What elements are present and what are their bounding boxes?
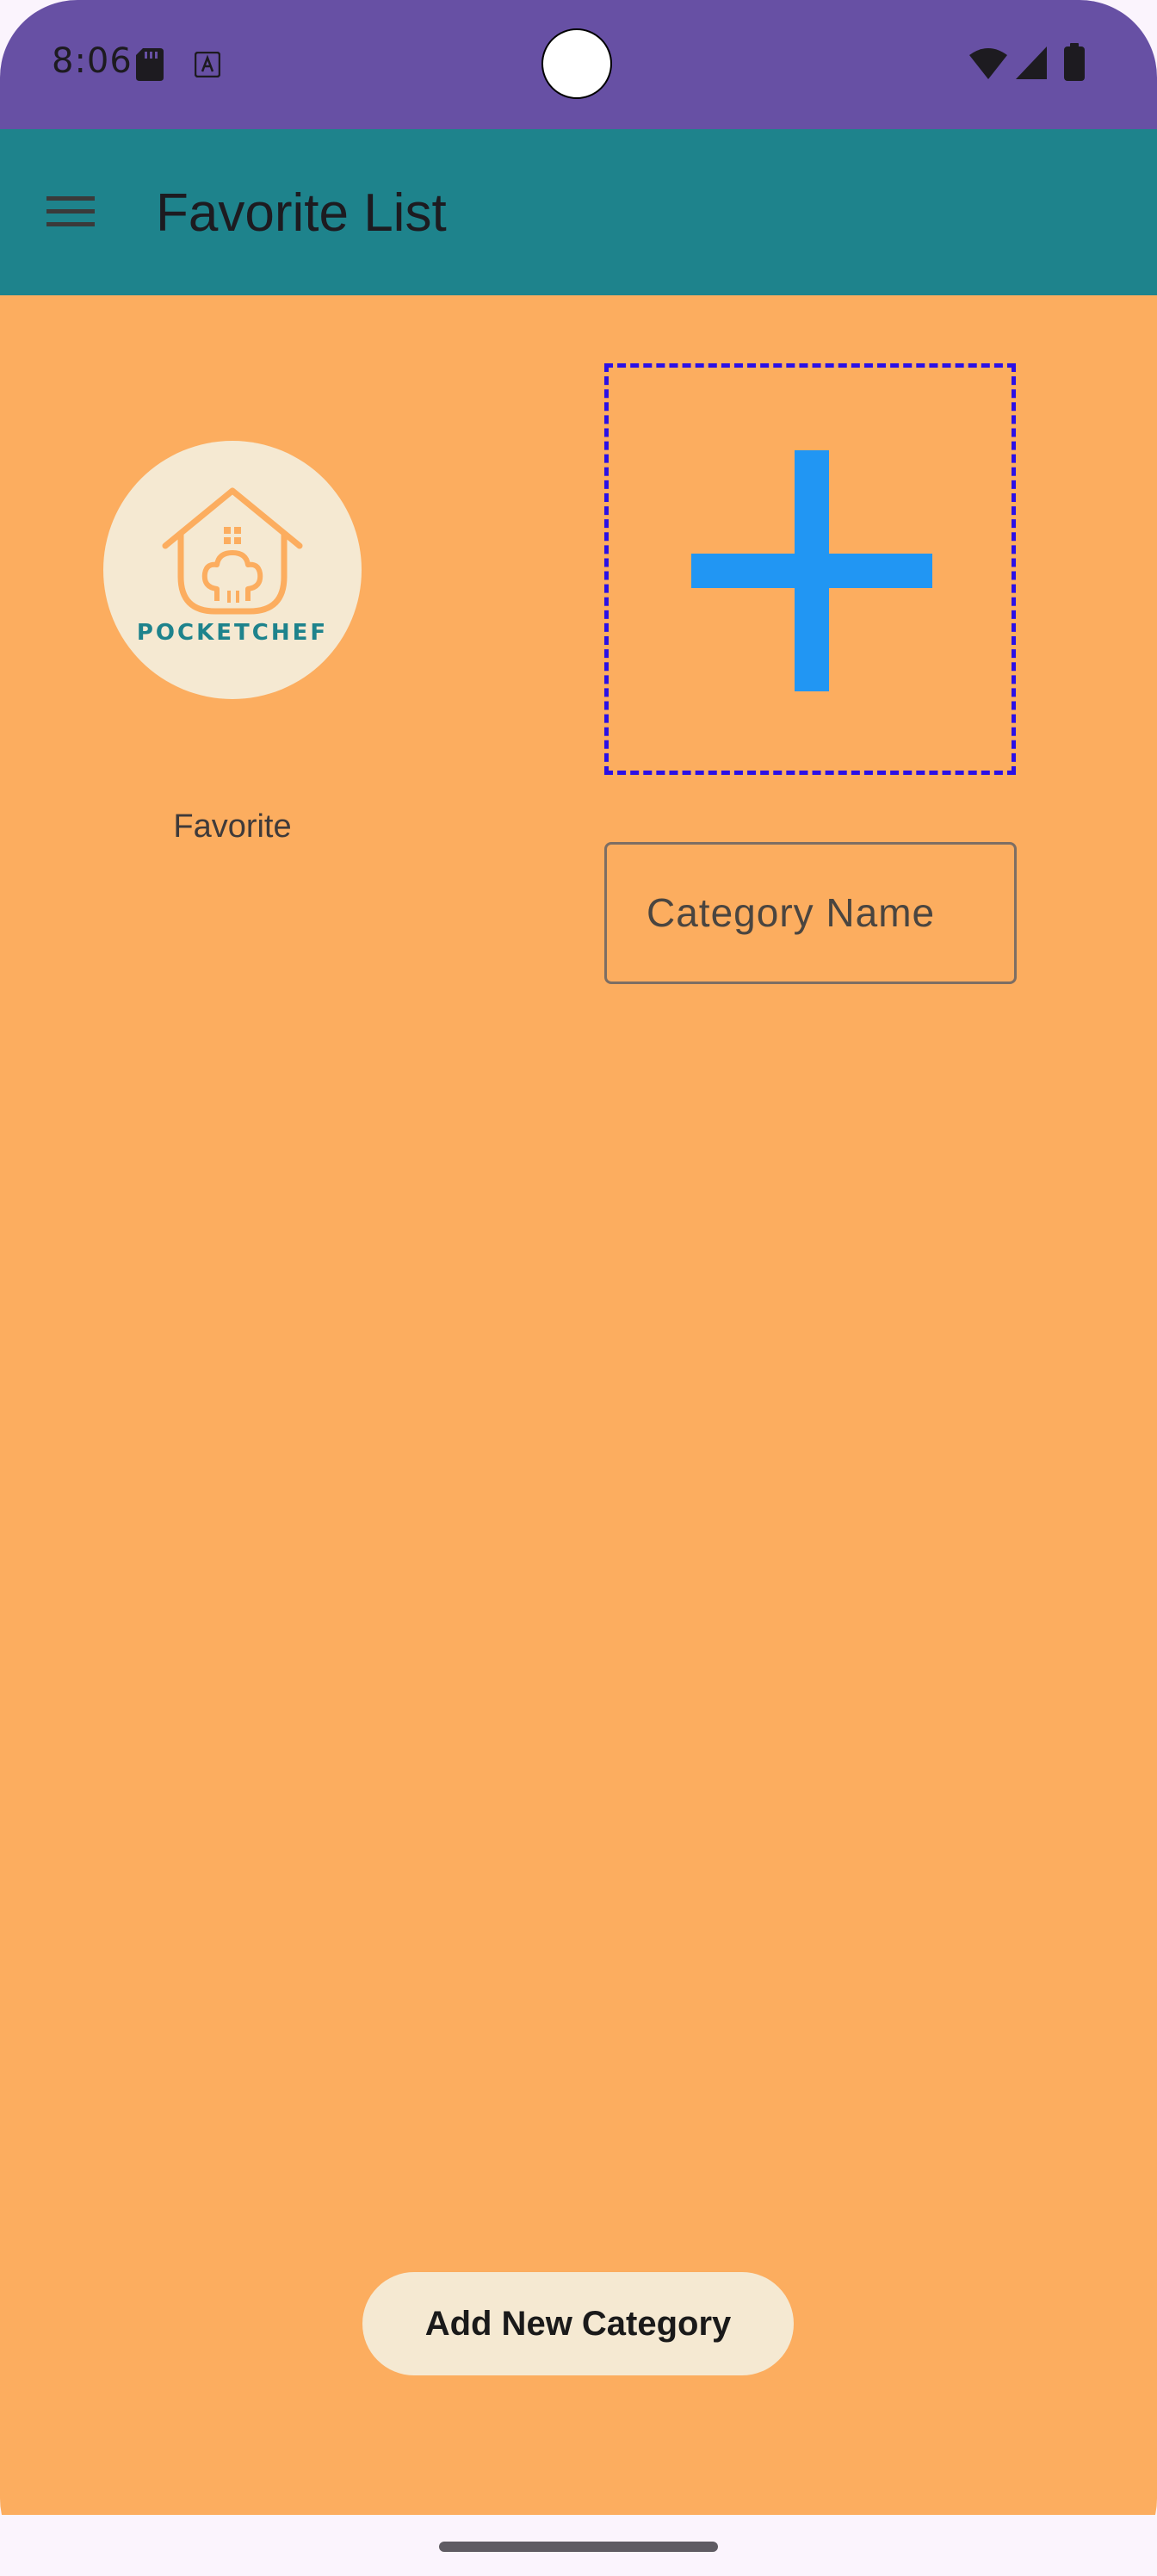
category-name-placeholder: Category Name <box>647 890 936 935</box>
signal-icon <box>1016 46 1047 79</box>
phone-screen: 8:06 Favorite List POCKETCHEF Favorite C… <box>0 0 1157 2576</box>
favorite-category-tile[interactable]: POCKETCHEF <box>103 441 362 751</box>
chef-house-icon <box>162 487 303 615</box>
top-app-bar: Favorite List <box>0 129 1157 295</box>
hamburger-menu-icon[interactable] <box>43 188 102 236</box>
page-title: Favorite List <box>156 183 447 243</box>
a-notification-icon <box>195 52 220 77</box>
pocketchef-logo: POCKETCHEF <box>103 441 362 699</box>
status-bar: 8:06 <box>0 0 1157 129</box>
battery-icon <box>1064 43 1085 81</box>
sd-card-icon <box>136 48 164 81</box>
main-content: POCKETCHEF Favorite Category Name Add Ne… <box>0 295 1157 2515</box>
add-image-button[interactable] <box>604 363 1016 775</box>
wifi-icon <box>969 48 1007 79</box>
favorite-label: Favorite <box>173 808 292 845</box>
status-time: 8:06 <box>52 41 133 81</box>
gesture-nav-handle[interactable] <box>439 2542 718 2552</box>
plus-icon <box>691 450 932 691</box>
add-new-category-button[interactable]: Add New Category <box>362 2272 794 2375</box>
front-camera <box>541 28 612 99</box>
category-name-input[interactable]: Category Name <box>604 842 1017 984</box>
logo-text: POCKETCHEF <box>136 620 329 646</box>
